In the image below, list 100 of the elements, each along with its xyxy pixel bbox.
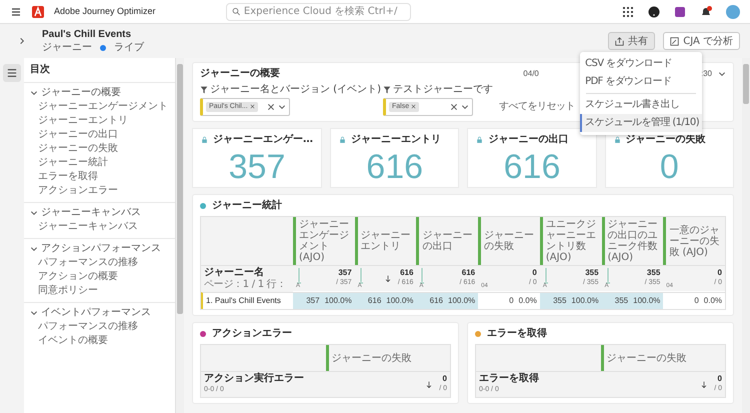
search-field[interactable]: Experience Cloud を検索 Ctrl+/: [226, 2, 411, 20]
column-header: 一意のジャーニーの失敗 (AJO): [663, 217, 725, 265]
sidebar-item[interactable]: ジャーニーエントリ: [30, 115, 175, 127]
chevron-down-icon: [278, 103, 286, 111]
clear-icon[interactable]: [267, 103, 275, 111]
chevron-down-icon: [30, 245, 38, 253]
scrollbar[interactable]: [176, 58, 184, 413]
sparkline: [420, 268, 424, 284]
metric-value: 616: [502, 148, 562, 186]
total-value: 355: [646, 268, 660, 278]
metric-title: ジャーニーエントリ: [351, 134, 441, 146]
share-icon: [615, 36, 624, 46]
app-name: Adobe Journey Optimizer: [54, 6, 156, 17]
sparkline: [358, 268, 363, 284]
total-value: 355: [585, 268, 599, 278]
scrollbar[interactable]: [742, 58, 750, 413]
table-cell: 616 100.0%: [354, 292, 416, 309]
section-header[interactable]: ジャーニーキャンバス: [30, 207, 141, 219]
sidebar-item[interactable]: アクションの概要: [30, 271, 175, 283]
status-dot: [100, 44, 106, 50]
contents-toggle[interactable]: [3, 64, 21, 82]
menu-item[interactable]: スケジュール書き出し: [580, 96, 702, 114]
sidebar-item[interactable]: ジャーニーの失敗: [30, 143, 175, 155]
analyze-button[interactable]: CJA で分析: [663, 32, 740, 50]
list-icon: [7, 68, 17, 78]
row-header: アクション実行エラー: [204, 373, 305, 385]
section-header[interactable]: イベントパフォーマンス: [30, 307, 151, 319]
filter-icon: [382, 86, 391, 94]
journey-status: ライブ: [114, 42, 144, 54]
sidebar-item[interactable]: パフォーマンスの推移: [30, 257, 175, 269]
metric-title: ジャーニーエンゲー…: [213, 134, 313, 146]
column-header: ジャーニーの出口のユニーク件数 (AJO): [602, 217, 664, 265]
menu-item[interactable]: CSV をダウンロード: [580, 55, 702, 73]
remove-icon[interactable]: [250, 104, 255, 110]
date-range: 04/0: [523, 69, 539, 79]
app-icon[interactable]: [674, 6, 686, 18]
search-icon: [232, 7, 240, 16]
chevron-down-icon: [30, 309, 38, 317]
apps-grid-icon[interactable]: [622, 6, 634, 18]
date-range: :30: [700, 69, 712, 79]
panel-title: ジャーニー統計: [212, 200, 282, 212]
sidebar-title: 目次: [29, 62, 51, 77]
chevron-down-icon: [460, 103, 469, 111]
panel-dot: [200, 203, 206, 209]
journey-type: ジャーニー: [42, 42, 92, 54]
metric-value: 357: [228, 148, 286, 186]
table-cell: 357 100.0%: [293, 292, 355, 309]
column-header: ジャーニーエントリ: [354, 217, 416, 265]
sort-arrow-icon: [425, 380, 434, 390]
sidebar-item[interactable]: 同意ポリシー: [30, 285, 175, 297]
metric-value: 0: [658, 148, 680, 186]
panel-title: アクションエラー: [212, 328, 292, 340]
filter-label: ジャーニー名とバージョン (イベント): [200, 84, 381, 96]
sparkline: [606, 268, 610, 284]
lock-icon: [476, 136, 484, 144]
remove-icon[interactable]: [411, 104, 416, 110]
column-header: ユニークジャーニーエントリ数 (AJO): [540, 217, 602, 265]
column-header: ジャーニーの失敗: [478, 217, 540, 265]
lock-icon: [201, 136, 208, 144]
sidebar-item[interactable]: ジャーニーの出口: [30, 129, 175, 141]
panel-title: エラーを取得: [487, 328, 547, 340]
total-value: 357: [338, 268, 352, 278]
column-header: ジャーニーの失敗: [600, 345, 725, 371]
column-header: ジャーニーの失敗: [326, 345, 450, 371]
sidebar-item[interactable]: イベントの概要: [30, 335, 175, 347]
sidebar-item[interactable]: ジャーニーキャンバス: [30, 221, 175, 233]
menu-icon[interactable]: [10, 6, 22, 18]
avatar[interactable]: [726, 4, 740, 18]
sidebar-item[interactable]: パフォーマンスの推移: [30, 321, 175, 333]
row-header: ジャーニー名: [204, 267, 265, 279]
sort-arrow-icon: [700, 380, 708, 390]
sidebar-item[interactable]: ジャーニーエンゲージメント: [30, 101, 175, 113]
column-header: ジャーニーエンゲージメント (AJO): [293, 217, 355, 265]
lock-icon: [339, 136, 346, 144]
total-value: 0: [718, 268, 722, 278]
external-icon: [670, 36, 680, 46]
chevron-down-icon: [30, 209, 38, 217]
total-value: 0: [532, 268, 537, 278]
table-cell: 355 100.0%: [602, 292, 664, 309]
logo-icon: [32, 6, 44, 18]
bell-icon[interactable]: [700, 6, 712, 18]
pager-text: ページ：1 / 1 行：: [204, 279, 288, 291]
reset-link[interactable]: すべてをリセット: [498, 101, 575, 113]
back-icon: [18, 37, 26, 45]
sidebar-item[interactable]: ジャーニー統計: [30, 157, 175, 169]
sidebar-item[interactable]: エラーを取得: [30, 171, 175, 183]
help-icon[interactable]: [648, 6, 660, 18]
clear-icon[interactable]: [450, 103, 458, 111]
section-header[interactable]: アクションパフォーマンス: [30, 243, 161, 255]
filter-icon: [200, 86, 208, 94]
lock-icon: [614, 136, 621, 144]
section-header[interactable]: ジャーニーの概要: [30, 87, 121, 99]
row-header: エラーを取得: [479, 373, 540, 385]
share-button[interactable]: 共有: [608, 32, 656, 50]
menu-item[interactable]: PDF をダウンロード: [580, 73, 702, 91]
chevron-down-icon: [718, 70, 726, 78]
sparkline: [544, 268, 548, 284]
menu-item[interactable]: スケジュールを管理 (1/10): [580, 114, 702, 132]
total-value: 0: [442, 374, 447, 384]
sidebar-item[interactable]: アクションエラー: [30, 185, 175, 197]
